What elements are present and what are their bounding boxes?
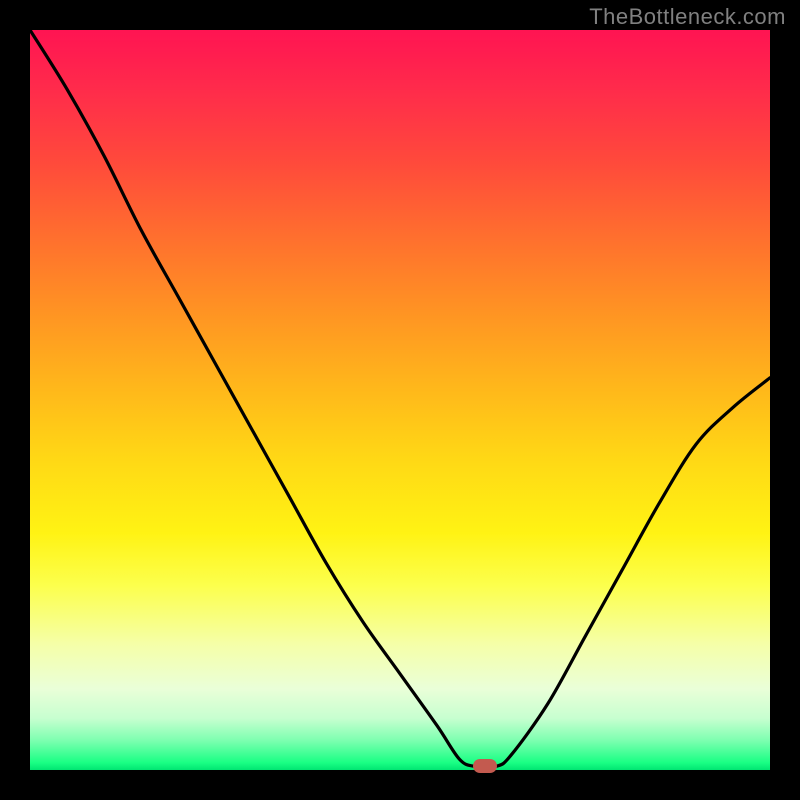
optimal-marker [473, 759, 497, 773]
watermark-text: TheBottleneck.com [589, 4, 786, 30]
curve-path [30, 30, 770, 767]
plot-area [30, 30, 770, 770]
bottleneck-curve [30, 30, 770, 770]
chart-frame: TheBottleneck.com [0, 0, 800, 800]
